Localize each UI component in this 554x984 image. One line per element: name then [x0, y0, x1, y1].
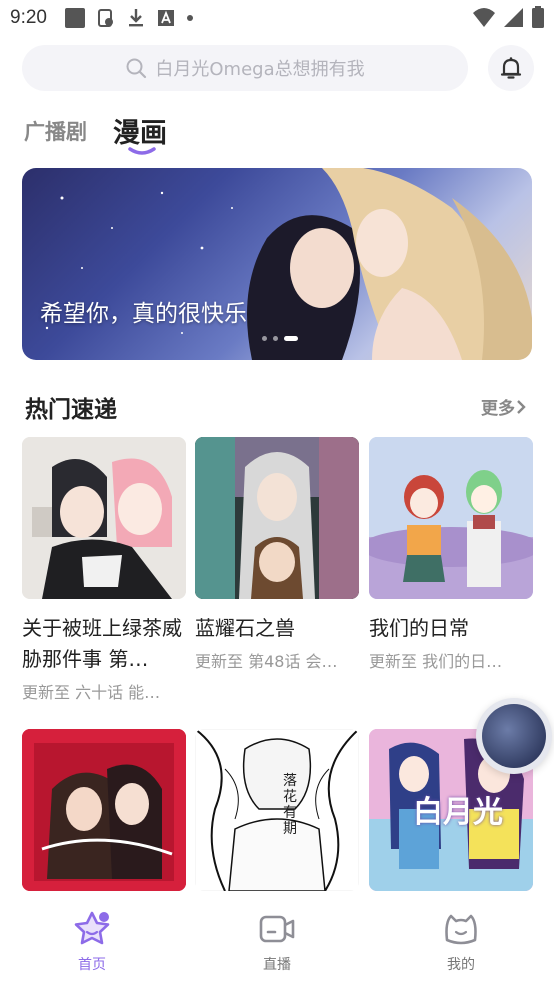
cat-face-icon: [445, 914, 477, 945]
video-camera-icon: [259, 915, 295, 943]
star-face-icon: [74, 911, 110, 945]
nav-me[interactable]: 我的: [421, 910, 501, 974]
nav-home[interactable]: 首页: [52, 910, 132, 974]
notification-icons: [64, 8, 193, 28]
font-icon: [157, 10, 174, 26]
battery-saver-icon: [97, 9, 113, 27]
banner-artwork: [45, 168, 532, 360]
section-title: 热门速递: [25, 397, 117, 423]
comic-update: 更新至 我们的日…: [369, 652, 503, 671]
search-placeholder: 白月光Omega总想拥有我: [155, 59, 365, 80]
more-label: 更多: [481, 399, 515, 419]
chevron-right-icon: [517, 399, 526, 414]
comic-card[interactable]: 落花有期: [195, 729, 359, 891]
banner-carousel[interactable]: 希望你，真的很快乐: [22, 168, 532, 360]
notification-button[interactable]: [488, 45, 534, 91]
comic-update: 更新至 六十话 能…: [22, 683, 161, 702]
more-link[interactable]: 更多: [481, 394, 527, 419]
cover-art: [369, 437, 533, 599]
wifi-icon: [473, 8, 495, 27]
comic-cover: [22, 729, 186, 891]
comic-cover: [195, 437, 359, 599]
tab-radio-drama[interactable]: 广播剧: [24, 116, 87, 146]
search-bar[interactable]: 白月光Omega总想拥有我: [22, 45, 468, 91]
comic-card[interactable]: [22, 729, 186, 891]
tab-manga[interactable]: 漫画: [113, 111, 167, 150]
cover-text: 落花有期: [283, 773, 297, 837]
system-icons: [472, 6, 544, 28]
nav-live-label: 直播: [263, 957, 291, 973]
cover-art: [195, 437, 359, 599]
cover-art: [22, 437, 186, 599]
banner-caption: 希望你，真的很快乐: [40, 301, 247, 327]
status-bar: 9:20: [0, 0, 554, 36]
comic-cover: [369, 437, 533, 599]
banner-dot-active: [284, 336, 298, 341]
nav-me-label: 我的: [447, 957, 475, 973]
more-notifications-icon: [186, 15, 193, 21]
download-icon: [128, 9, 143, 27]
app-notification-icon: [64, 8, 85, 28]
battery-icon: [532, 6, 544, 28]
comic-title: 蓝耀石之兽: [195, 616, 295, 640]
comic-cover: [22, 437, 186, 599]
bottom-navigation: 首页 直播 我的: [0, 894, 554, 984]
tab-active-indicator: [128, 147, 156, 155]
floating-player-button[interactable]: [476, 698, 552, 774]
comic-cover: 落花有期: [195, 729, 359, 891]
comic-card[interactable]: 关于被班上绿茶威胁那件事 第… 更新至 六十话 能…: [22, 437, 186, 703]
player-artwork: [482, 704, 546, 768]
comic-title: 关于被班上绿茶威胁那件事 第…: [22, 616, 182, 671]
nav-live[interactable]: 直播: [237, 910, 317, 974]
bell-icon: [500, 57, 522, 79]
status-time: 9:20: [10, 7, 47, 28]
nav-home-label: 首页: [78, 957, 106, 973]
banner-dot: [262, 336, 267, 341]
banner-pagination: [262, 336, 298, 341]
comic-title: 我们的日常: [369, 616, 469, 640]
signal-icon: [504, 8, 523, 27]
search-icon: [126, 58, 147, 79]
comic-card[interactable]: 蓝耀石之兽 更新至 第48话 会…: [195, 437, 359, 672]
cover-art: [195, 729, 359, 891]
comic-update: 更新至 第48话 会…: [195, 652, 338, 671]
comic-card[interactable]: 我们的日常 更新至 我们的日…: [369, 437, 533, 672]
cover-text: 白月光: [413, 795, 503, 830]
cover-art: [22, 729, 186, 891]
banner-dot: [273, 336, 278, 341]
